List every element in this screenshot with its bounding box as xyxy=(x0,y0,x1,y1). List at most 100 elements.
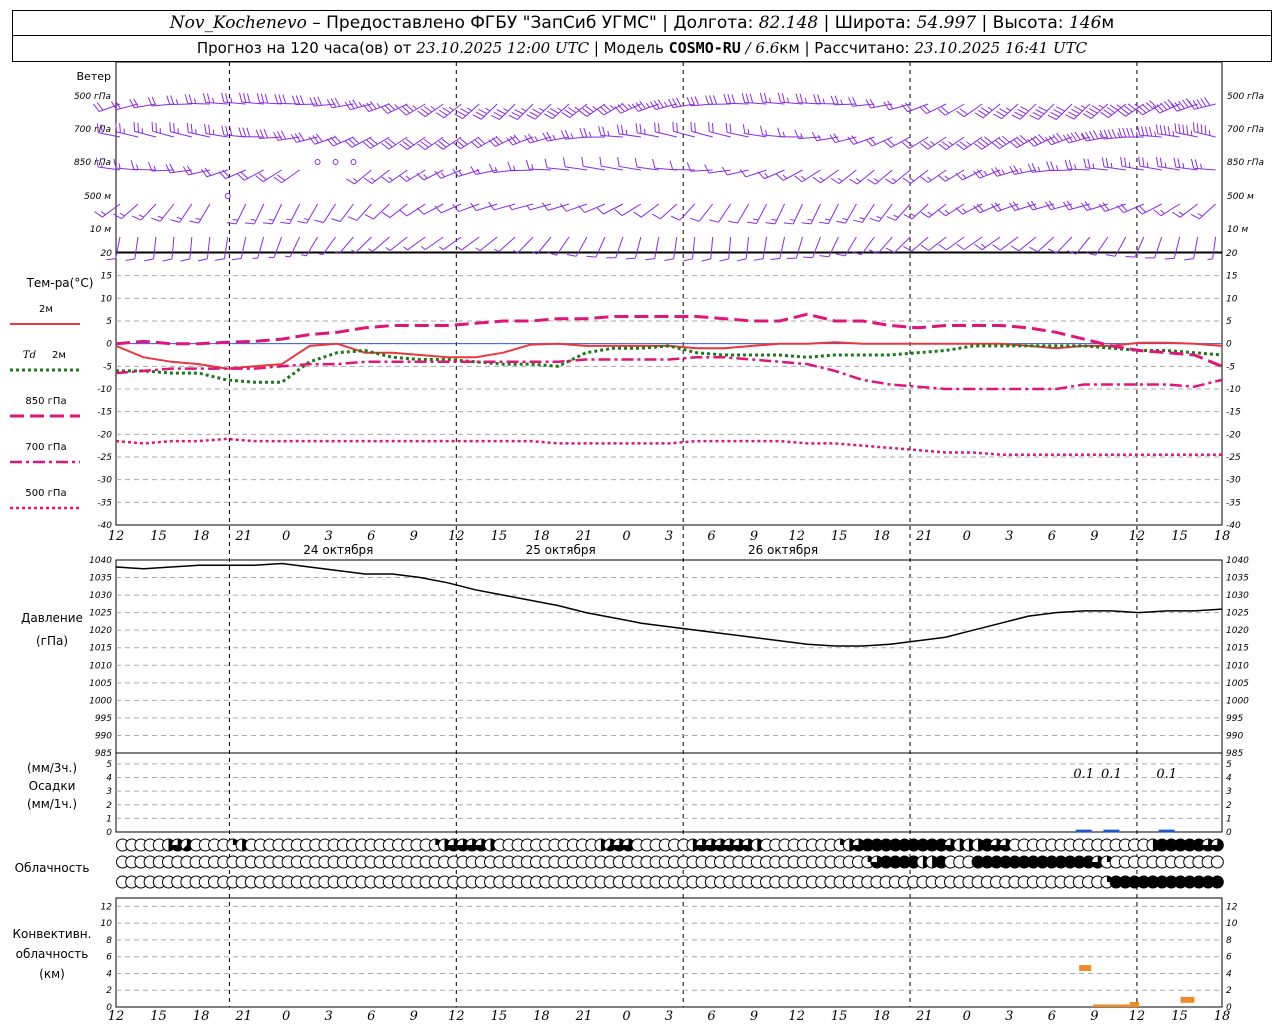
wind-barb-flag xyxy=(441,138,450,146)
wind-barb-staff xyxy=(853,136,875,145)
wind-barb-flag xyxy=(165,164,171,174)
wind-barb-half xyxy=(592,105,598,111)
wind-barb-flag xyxy=(438,140,447,148)
hour-tick-label-bottom: 0 xyxy=(963,1009,971,1024)
wind-barb-flag xyxy=(1103,109,1112,116)
wind-barb-staff xyxy=(728,236,732,259)
wind-barb-flag xyxy=(865,99,872,109)
wind-barb-half xyxy=(873,178,879,182)
wind-barb-flag xyxy=(690,121,692,132)
wind-barb-half xyxy=(966,141,971,146)
wind-barb-flag xyxy=(725,122,728,133)
wind-barb-flag xyxy=(999,108,1008,114)
wind-barb xyxy=(956,136,983,151)
wind-barb-flag xyxy=(420,141,429,148)
wind-barb-staff xyxy=(654,236,660,259)
wind-barb-flag xyxy=(578,110,588,117)
hour-tick-label-bottom: 12 xyxy=(1129,1009,1146,1024)
wind-barb-flag xyxy=(170,95,175,105)
precip-value-label: 0.1 xyxy=(1156,767,1177,782)
wind-calm-circle xyxy=(350,159,357,165)
wind-barb-half xyxy=(610,105,615,110)
wind-barb-half xyxy=(1055,165,1059,171)
wind-barb xyxy=(599,156,623,171)
wind-barb-half xyxy=(1197,213,1203,217)
wind-barb-flag xyxy=(1159,157,1163,168)
wind-barb-half xyxy=(1098,104,1104,109)
wind-barb-staff xyxy=(615,236,624,258)
wind-barb-flag xyxy=(1085,131,1091,141)
wind-barb xyxy=(973,169,1001,179)
wind-barb-flag xyxy=(849,178,858,185)
wind-barb-staff xyxy=(1212,236,1217,259)
wind-barb-staff xyxy=(816,102,839,105)
wind-barb-flag xyxy=(550,108,559,114)
pressure-title: Давление xyxy=(21,611,83,625)
wind-barb-staff xyxy=(927,169,947,183)
wind-barb-flag xyxy=(173,123,175,133)
wind-barb-staff xyxy=(198,203,211,224)
wind-barb-half xyxy=(769,97,772,103)
wind-barb-staff xyxy=(911,236,929,252)
wind-barb-flag xyxy=(657,123,660,133)
wind-barb-flag xyxy=(974,243,983,251)
wind-barb-half xyxy=(1172,130,1175,137)
wind-barb-flag xyxy=(532,108,542,115)
wind-barb xyxy=(901,102,929,113)
wind-barb-flag xyxy=(836,220,846,224)
wind-barb-flag xyxy=(991,168,998,177)
legend-label: 700 гПа xyxy=(25,442,66,453)
conv-tick-left: 10 xyxy=(101,919,113,929)
wind-barb-flag xyxy=(299,95,305,105)
wind-barb xyxy=(125,236,139,261)
wind-barb-flag xyxy=(1159,124,1163,135)
wind-barb xyxy=(368,236,390,252)
wind-barb xyxy=(783,203,803,225)
wind-barb-flag xyxy=(1068,111,1078,117)
wind-barb-flag xyxy=(799,93,803,103)
wind-barb-half xyxy=(101,211,106,216)
wind-barb-flag xyxy=(672,98,678,108)
cloud-row-middle xyxy=(116,855,1224,869)
wind-barb-half xyxy=(438,246,444,251)
wind-barb-flag xyxy=(1186,125,1189,136)
wind-barb-flag xyxy=(1009,165,1015,175)
wind-barb-flag xyxy=(614,209,623,216)
wind-barb-flag xyxy=(381,176,390,184)
wind-barb-flag xyxy=(125,258,135,261)
wind-barb-flag xyxy=(884,178,894,185)
wind-barb-half xyxy=(927,211,933,216)
temp-tick-left: -25 xyxy=(97,453,112,463)
wind-barb-staff xyxy=(801,169,821,183)
wind-barb xyxy=(1117,103,1145,117)
wind-barb xyxy=(144,236,157,262)
wind-barb-flag xyxy=(1136,125,1141,136)
wind-barb-flag xyxy=(993,113,1002,120)
wind-barb-staff xyxy=(153,236,157,259)
wind-barb-flag xyxy=(1125,255,1136,258)
wind-barb-flag xyxy=(189,220,199,224)
wind-barb-flag xyxy=(729,123,732,134)
temp-tick-right: 10 xyxy=(1226,294,1238,304)
wind-barb-flag xyxy=(1196,123,1199,133)
wind-barb-staff xyxy=(1104,203,1126,212)
wind-barb xyxy=(795,93,821,105)
hour-tick-label-bottom: 0 xyxy=(622,1009,630,1024)
wind-barb xyxy=(819,236,839,258)
wind-barb-staff xyxy=(257,236,265,259)
temp-tick-left: 20 xyxy=(101,249,113,259)
hour-tick-label-bottom: 12 xyxy=(788,1009,805,1024)
wind-barb-half xyxy=(962,173,967,179)
wind-barb xyxy=(403,236,426,251)
wind-barb-half xyxy=(1146,162,1149,168)
wind-barb-flag xyxy=(701,258,711,262)
hour-tick-label: 15 xyxy=(150,529,167,544)
wind-barb-flag xyxy=(745,93,750,103)
wind-barb-flag xyxy=(955,172,963,181)
wind-barb-half xyxy=(457,246,462,251)
wind-barb xyxy=(903,203,929,220)
wind-barb-flag xyxy=(529,111,539,117)
wind-barb-staff xyxy=(996,169,1019,177)
wind-barb-flag xyxy=(801,222,812,225)
wind-barb xyxy=(420,236,444,251)
